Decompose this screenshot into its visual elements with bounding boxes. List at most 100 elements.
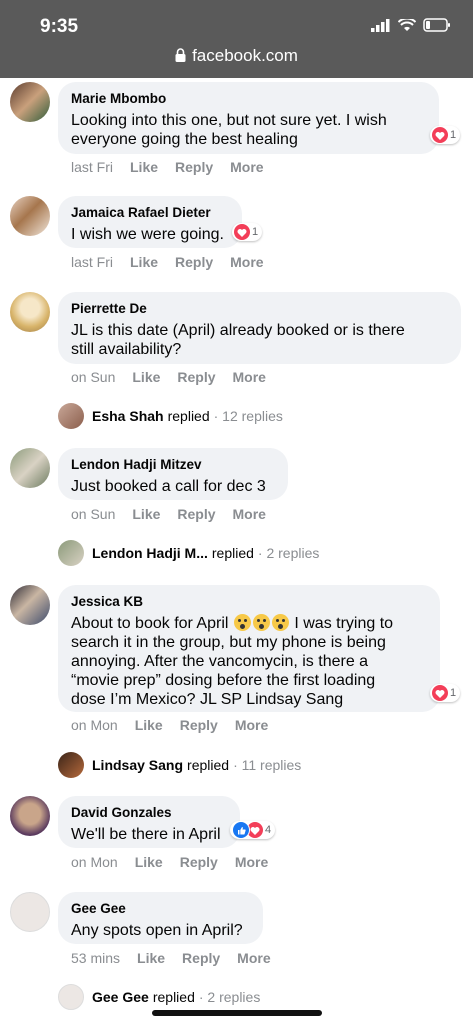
comment-actions: on Mon Like Reply More	[71, 717, 268, 733]
comment-bubble: Pierrette De JL is this date (April) alr…	[58, 292, 461, 364]
comment-author[interactable]: David Gonzales	[71, 804, 227, 822]
comment-text-line: annoying. After the vancomycin, is there…	[71, 653, 369, 670]
comment-time[interactable]: on Sun	[71, 506, 115, 522]
reply-count: · 2 replies	[257, 545, 320, 561]
comment-text: Any spots open in April?	[71, 921, 250, 940]
like-button[interactable]: Like	[132, 506, 160, 522]
comment-time[interactable]: last Fri	[71, 254, 113, 270]
more-button[interactable]: More	[233, 506, 266, 522]
avatar[interactable]	[10, 585, 50, 625]
comment-actions: 53 mins Like Reply More	[71, 950, 271, 966]
like-button[interactable]: Like	[130, 254, 158, 270]
comment-text: I wish we were going.	[71, 225, 229, 244]
more-button[interactable]: More	[235, 854, 268, 870]
comment-actions: last Fri Like Reply More	[71, 254, 264, 270]
view-replies-link[interactable]: Lindsay Sang replied · 11 replies	[58, 752, 301, 778]
like-reaction-icon	[232, 821, 250, 839]
reaction-number: 4	[265, 824, 272, 836]
comment-actions: on Sun Like Reply More	[71, 369, 266, 385]
comment-bubble: Jessica KB About to book for April I was…	[58, 585, 440, 712]
avatar[interactable]	[10, 292, 50, 332]
url-text: facebook.com	[192, 46, 298, 65]
comment-time[interactable]: 53 mins	[71, 950, 120, 966]
more-button[interactable]: More	[230, 254, 263, 270]
view-replies-link[interactable]: Gee Gee replied · 2 replies	[58, 984, 260, 1010]
heart-reaction-icon	[432, 685, 448, 701]
reply-count: · 11 replies	[233, 757, 302, 773]
like-button[interactable]: Like	[130, 159, 158, 175]
reply-button[interactable]: Reply	[175, 254, 213, 270]
avatar[interactable]	[10, 448, 50, 488]
reaction-count[interactable]: 1	[232, 223, 263, 241]
avatar[interactable]	[10, 892, 50, 932]
reply-button[interactable]: Reply	[180, 717, 218, 733]
avatar	[58, 403, 84, 429]
home-indicator[interactable]	[152, 1010, 322, 1016]
scream-emoji-icon	[233, 614, 251, 631]
more-button[interactable]: More	[235, 717, 268, 733]
avatar[interactable]	[10, 796, 50, 836]
comment-text: Just booked a call for dec 3	[71, 477, 275, 496]
comment-text-fragment: About to book for April	[71, 615, 229, 632]
reaction-count[interactable]: 1	[430, 684, 461, 702]
reaction-number: 1	[450, 129, 457, 141]
comment-time[interactable]: on Sun	[71, 369, 115, 385]
scream-emoji-icon	[252, 614, 270, 631]
clock: 9:35	[40, 16, 79, 37]
avatar[interactable]	[10, 82, 50, 122]
comment-author[interactable]: Lendon Hadji Mitzev	[71, 456, 275, 474]
comment-text-line: everyone going the best healing	[71, 131, 298, 148]
view-replies-link[interactable]: Lendon Hadji M... replied · 2 replies	[58, 540, 319, 566]
replier-name: Gee Gee	[92, 989, 149, 1005]
reaction-count[interactable]: 4	[230, 821, 276, 839]
comment-text-line: still availability?	[71, 341, 182, 358]
comment-bubble: Lendon Hadji Mitzev Just booked a call f…	[58, 448, 288, 500]
comment-text: JL is this date (April) already booked o…	[71, 321, 448, 359]
more-button[interactable]: More	[237, 950, 270, 966]
comment-text-line: Just booked a call for dec 3	[71, 478, 266, 495]
comment-text-line: We'll be there in April	[71, 826, 221, 843]
comment-time[interactable]: on Mon	[71, 854, 118, 870]
comment-text: Looking into this one, but not sure yet.…	[71, 111, 426, 149]
like-button[interactable]: Like	[135, 854, 163, 870]
replied-label: replied	[152, 989, 195, 1005]
comment-time[interactable]: on Mon	[71, 717, 118, 733]
battery-icon	[423, 18, 450, 32]
comment-text-line: JL is this date (April) already booked o…	[71, 322, 405, 339]
more-button[interactable]: More	[233, 369, 266, 385]
comment-actions: on Mon Like Reply More	[71, 854, 268, 870]
like-button[interactable]: Like	[132, 369, 160, 385]
comment-bubble: David Gonzales We'll be there in April	[58, 796, 240, 848]
avatar	[58, 752, 84, 778]
replier-name: Esha Shah	[92, 408, 164, 424]
replier-name: Lindsay Sang	[92, 757, 184, 773]
comment-actions: on Sun Like Reply More	[71, 506, 266, 522]
comment-author[interactable]: Jessica KB	[71, 593, 427, 611]
comment-author[interactable]: Pierrette De	[71, 300, 448, 318]
comment-time[interactable]: last Fri	[71, 159, 113, 175]
heart-reaction-icon	[234, 224, 250, 240]
comment-text: We'll be there in April	[71, 825, 227, 844]
comment-text-line: About to book for April I was trying to	[71, 614, 427, 633]
address-bar[interactable]: facebook.com	[0, 46, 473, 66]
reply-button[interactable]: Reply	[177, 506, 215, 522]
comment-author[interactable]: Jamaica Rafael Dieter	[71, 204, 229, 222]
comment-bubble: Marie Mbombo Looking into this one, but …	[58, 82, 439, 154]
like-button[interactable]: Like	[137, 950, 165, 966]
comment-author[interactable]: Marie Mbombo	[71, 90, 426, 108]
reply-button[interactable]: Reply	[177, 369, 215, 385]
like-button[interactable]: Like	[135, 717, 163, 733]
reaction-count[interactable]: 1	[430, 126, 461, 144]
reply-button[interactable]: Reply	[182, 950, 220, 966]
view-replies-link[interactable]: Esha Shah replied · 12 replies	[58, 403, 283, 429]
avatar[interactable]	[10, 196, 50, 236]
comment-author[interactable]: Gee Gee	[71, 900, 250, 918]
comment-bubble: Jamaica Rafael Dieter I wish we were goi…	[58, 196, 242, 248]
reply-button[interactable]: Reply	[180, 854, 218, 870]
system-icons	[371, 18, 451, 32]
more-button[interactable]: More	[230, 159, 263, 175]
comment-text-line: search it in the group, but my phone is …	[71, 634, 386, 651]
comment-bubble: Gee Gee Any spots open in April?	[58, 892, 263, 944]
reply-button[interactable]: Reply	[175, 159, 213, 175]
replier-name: Lendon Hadji M...	[92, 545, 208, 561]
